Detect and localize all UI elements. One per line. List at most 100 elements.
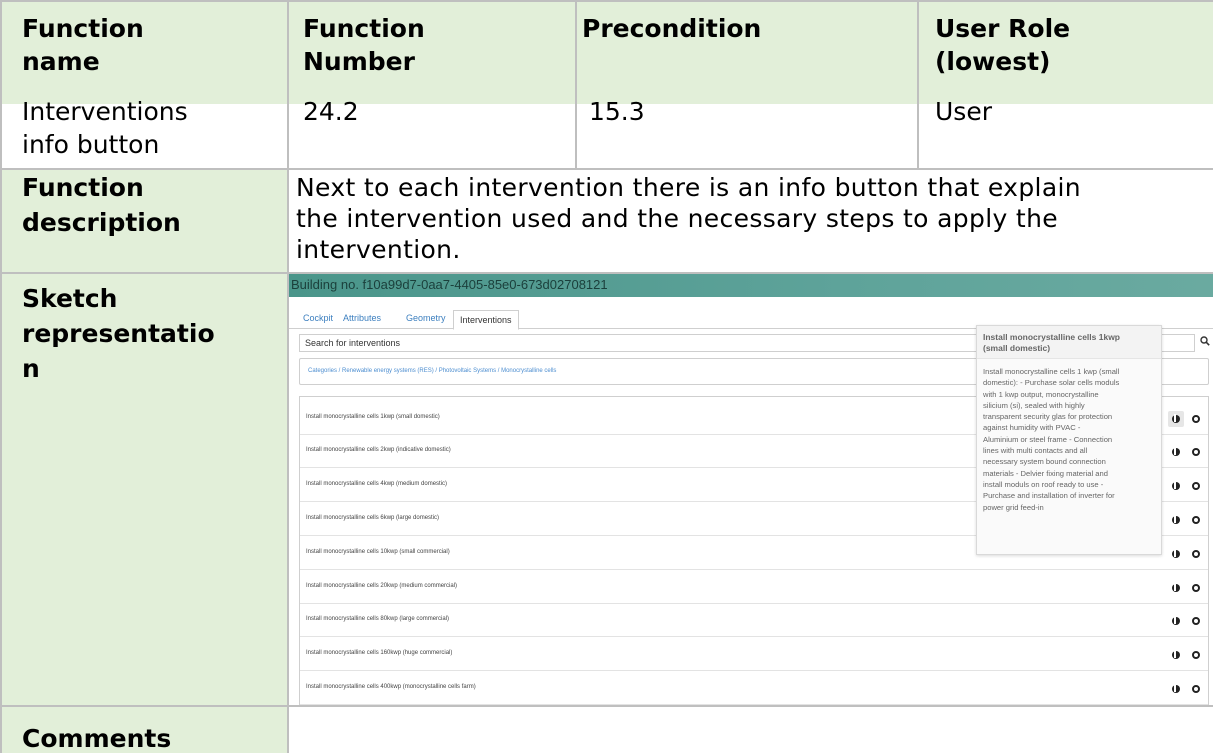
tab-cockpit[interactable]: Cockpit — [303, 313, 333, 323]
list-item: Install monocrystalline cells 20kwp (med… — [300, 571, 1208, 604]
info-icon — [1172, 650, 1180, 659]
list-item-label[interactable]: Install monocrystalline cells 80kwp (lar… — [306, 616, 449, 622]
info-icon — [1172, 684, 1180, 693]
info-icon — [1172, 447, 1180, 456]
list-item-label[interactable]: Install monocrystalline cells 160kwp (hu… — [306, 650, 452, 656]
table-border — [917, 0, 919, 169]
list-item-label[interactable]: Install monocrystalline cells 1kwp (smal… — [306, 414, 440, 420]
header-function-name: Function name — [22, 14, 144, 76]
tab-attributes[interactable]: Attributes — [343, 313, 381, 323]
sketch-label-line3: n — [22, 354, 40, 383]
add-button[interactable] — [1188, 647, 1204, 663]
row-function-name: Interventions info button — [22, 97, 188, 159]
header-precondition: Precondition — [582, 14, 762, 43]
tooltip-body-line: lines with multi contacts and all — [983, 446, 1088, 456]
add-icon — [1192, 584, 1200, 592]
header-function-name-line1: Function — [22, 14, 144, 43]
info-button[interactable] — [1168, 580, 1184, 596]
description-label-line1: Function — [22, 173, 144, 202]
add-button[interactable] — [1188, 546, 1204, 562]
tooltip-body-line: power grid feed-in — [983, 502, 1044, 512]
info-tooltip: Install monocrystalline cells 1kwp (smal… — [976, 325, 1162, 555]
tooltip-title-line2: (small domestic) — [983, 343, 1051, 353]
table-border — [575, 0, 577, 169]
list-item: Install monocrystalline cells 80kwp (lar… — [300, 604, 1208, 637]
sketch-label-line2: representatio — [22, 319, 215, 348]
info-button[interactable] — [1168, 681, 1184, 697]
add-button[interactable] — [1188, 411, 1204, 427]
info-icon — [1172, 616, 1180, 625]
info-button[interactable] — [1168, 512, 1184, 528]
tooltip-body-line: against humidity with PVAC - — [983, 423, 1081, 433]
description-text: Next to each intervention there is an in… — [296, 173, 1081, 264]
add-icon — [1192, 651, 1200, 659]
sketch-label-line1: Sketch — [22, 284, 118, 313]
tooltip-body-line: transparent security glas for protection — [983, 412, 1113, 422]
tooltip-title: Install monocrystalline cells 1kwp (smal… — [977, 326, 1161, 359]
add-button[interactable] — [1188, 580, 1204, 596]
list-item-label[interactable]: Install monocrystalline cells 4kwp (medi… — [306, 481, 447, 487]
add-button[interactable] — [1188, 512, 1204, 528]
list-item-label[interactable]: Install monocrystalline cells 10kwp (sma… — [306, 549, 450, 555]
table-border — [0, 705, 1213, 707]
tooltip-body-line: Purchase and installation of inverter fo… — [983, 491, 1115, 501]
tooltip-body-line: install moduls on roof ready to use - — [983, 479, 1104, 489]
info-button[interactable] — [1168, 478, 1184, 494]
info-button[interactable] — [1168, 546, 1184, 562]
add-icon — [1192, 617, 1200, 625]
add-icon — [1192, 516, 1200, 524]
comments-label: Comments — [22, 724, 172, 753]
building-banner: Building no. f10a99d7-0aa7-4405-85e0-673… — [289, 273, 1213, 297]
list-item-label[interactable]: Install monocrystalline cells 6kwp (larg… — [306, 515, 439, 521]
info-button[interactable] — [1168, 444, 1184, 460]
tooltip-body-line: materials - Delvier fixing material and — [983, 468, 1108, 478]
add-button[interactable] — [1188, 613, 1204, 629]
list-item-label[interactable]: Install monocrystalline cells 20kwp (med… — [306, 583, 457, 589]
add-icon — [1192, 482, 1200, 490]
header-user-role: User Role (lowest) — [935, 14, 1070, 76]
row-user-role: User — [935, 97, 992, 126]
add-button[interactable] — [1188, 478, 1204, 494]
list-item: Install monocrystalline cells 160kwp (hu… — [300, 638, 1208, 671]
tab-interventions[interactable]: Interventions — [453, 310, 519, 330]
table-border — [0, 0, 1213, 2]
header-user-role-line1: User Role — [935, 14, 1071, 43]
list-item-label[interactable]: Install monocrystalline cells 400kwp (mo… — [306, 684, 476, 690]
tooltip-body-line: necessary system bound connection — [983, 457, 1106, 467]
add-icon — [1192, 550, 1200, 558]
list-item-label[interactable]: Install monocrystalline cells 2kwp (indi… — [306, 447, 451, 453]
tooltip-title-line1: Install monocrystalline cells 1kwp — [983, 332, 1120, 342]
info-button[interactable] — [1168, 647, 1184, 663]
info-icon — [1172, 481, 1180, 490]
header-function-number: Function Number — [303, 14, 425, 76]
add-button[interactable] — [1188, 681, 1204, 697]
description-line-1: Next to each intervention there is an in… — [296, 173, 1082, 202]
add-icon — [1192, 415, 1200, 423]
description-label: Function description — [22, 173, 181, 237]
info-icon — [1172, 549, 1180, 558]
info-button[interactable] — [1168, 411, 1184, 427]
table-border — [0, 168, 1213, 170]
row-function-name-line2: info button — [22, 130, 160, 159]
header-function-number-line1: Function — [303, 14, 425, 43]
add-icon — [1192, 448, 1200, 456]
info-icon — [1172, 515, 1180, 524]
description-line-2: the intervention used and the necessary … — [296, 204, 1059, 233]
table-border — [287, 0, 289, 753]
add-button[interactable] — [1188, 444, 1204, 460]
row-function-name-line1: Interventions — [22, 97, 188, 126]
header-function-number-line2: Number — [303, 47, 415, 76]
tab-geometry[interactable]: Geometry — [406, 313, 446, 323]
search-icon[interactable] — [1198, 334, 1212, 352]
row-precondition: 15.3 — [589, 97, 645, 126]
header-user-role-line2: (lowest) — [935, 47, 1051, 76]
info-icon — [1172, 583, 1180, 592]
header-function-name-line2: name — [22, 47, 100, 76]
info-icon — [1172, 414, 1180, 423]
table-border — [0, 0, 2, 753]
info-button[interactable] — [1168, 613, 1184, 629]
row-function-number: 24.2 — [303, 97, 359, 126]
sketch-screenshot: Building no. f10a99d7-0aa7-4405-85e0-673… — [289, 273, 1213, 706]
tooltip-body-line: silicium (si), sealed with highly — [983, 400, 1085, 410]
tooltip-body: Install monocrystalline cells 1 kwp (sma… — [977, 359, 1161, 520]
